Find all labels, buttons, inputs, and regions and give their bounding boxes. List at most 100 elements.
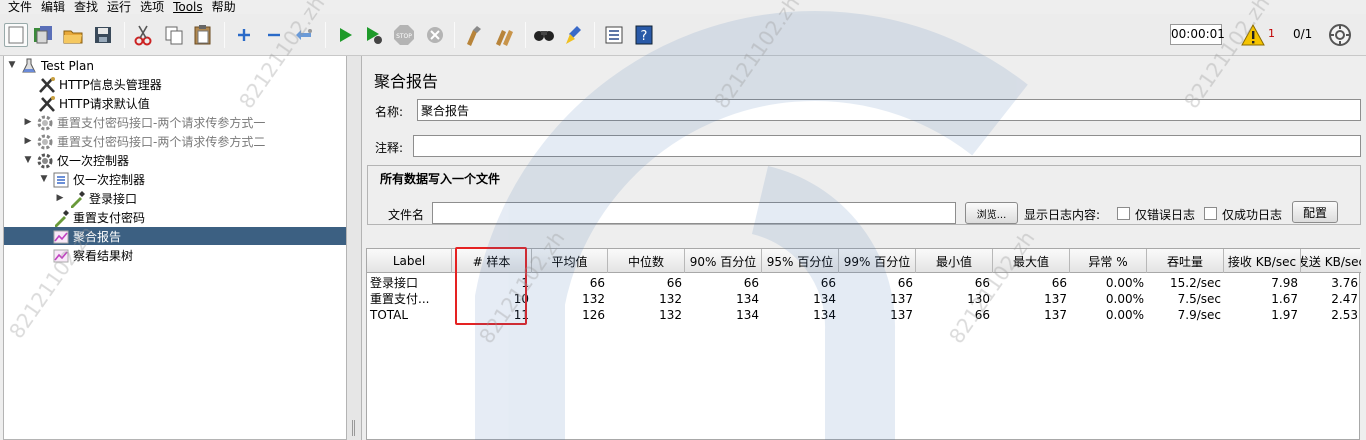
table-cell: 66 — [589, 276, 605, 290]
expand-icon[interactable] — [232, 23, 256, 47]
tree-node-label: 登录接口 — [89, 192, 138, 206]
col-header-sent[interactable]: 发送 KB/sec — [1301, 249, 1361, 273]
col-header-median[interactable]: 中位数 — [608, 249, 685, 273]
menu-run[interactable]: 运行 — [107, 0, 131, 14]
expand-toggle[interactable]: ▶ — [23, 117, 33, 127]
table-cell: 重置支付... — [370, 292, 430, 306]
copy-icon[interactable] — [162, 23, 186, 47]
toggle-icon[interactable] — [292, 23, 316, 47]
filename-label: 文件名 — [388, 208, 425, 222]
controller-icon — [52, 171, 70, 189]
table-cell: 10 — [513, 292, 529, 306]
open-icon[interactable] — [61, 23, 85, 47]
elapsed-timer: 00:00:01 — [1170, 24, 1225, 45]
col-header-received[interactable]: 接收 KB/sec — [1224, 249, 1301, 273]
table-cell: 7.98 — [1271, 276, 1298, 290]
remote-status-icon[interactable] — [1328, 23, 1352, 47]
toolbar: STOP ? — [0, 14, 1366, 56]
col-header-max[interactable]: 最大值 — [993, 249, 1070, 273]
tree-node-aggregate-report[interactable]: 聚合报告 — [52, 227, 121, 246]
table-cell: 3.76 — [1331, 276, 1358, 290]
table-cell: 15.2/sec — [1170, 276, 1221, 290]
table-cell: 66 — [897, 276, 913, 290]
tree-node-view-results-tree[interactable]: 察看结果树 — [52, 246, 133, 265]
collapse-icon[interactable] — [262, 23, 286, 47]
paste-icon[interactable] — [191, 23, 215, 47]
menu-bar: 文件 编辑 查找 运行 选项 Tools 帮助 — [0, 0, 1366, 14]
start-icon[interactable] — [333, 23, 357, 47]
tree-node-once-only-controller[interactable]: 仅一次控制器 — [52, 170, 145, 189]
menu-search[interactable]: 查找 — [74, 0, 98, 14]
start-no-pause-icon[interactable] — [362, 23, 386, 47]
col-header-average[interactable]: 平均值 — [532, 249, 608, 273]
success-only-checkbox[interactable] — [1204, 207, 1217, 220]
table-cell: 66 — [666, 276, 682, 290]
clear-icon[interactable] — [462, 23, 486, 47]
reset-search-icon[interactable] — [562, 23, 586, 47]
name-input[interactable] — [417, 99, 1361, 121]
col-header-99pct[interactable]: 99% 百分位 — [839, 249, 916, 273]
save-icon[interactable] — [91, 23, 115, 47]
table-cell: 0.00% — [1105, 308, 1144, 322]
function-helper-icon[interactable] — [602, 23, 626, 47]
table-cell: 130 — [967, 292, 990, 306]
help-icon[interactable]: ? — [632, 23, 656, 47]
col-header-min[interactable]: 最小值 — [916, 249, 993, 273]
collapse-toggle[interactable]: ▼ — [7, 60, 17, 70]
test-plan-icon — [20, 57, 38, 75]
table-row[interactable]: TOTAL 11 126 132 134 134 137 66 137 0.00% 7.9/sec 1… — [367, 307, 1361, 323]
collapse-toggle[interactable]: ▼ — [23, 155, 33, 165]
clear-all-icon[interactable] — [493, 23, 517, 47]
stop-icon[interactable]: STOP — [392, 23, 416, 47]
col-header-error[interactable]: 异常 % — [1070, 249, 1147, 273]
tree-node-test-plan[interactable]: Test Plan — [20, 56, 94, 75]
table-cell: 7.9/sec — [1177, 308, 1221, 322]
browse-button[interactable]: 浏览... — [965, 202, 1018, 224]
tree-node-thread-group-2[interactable]: 重置支付密码接口-两个请求传参方式二 — [36, 132, 265, 151]
templates-icon[interactable] — [31, 23, 55, 47]
shutdown-icon[interactable] — [423, 23, 447, 47]
menu-file[interactable]: 文件 — [8, 0, 32, 14]
menu-tools[interactable]: Tools — [173, 0, 203, 14]
col-header-95pct[interactable]: 95% 百分位 — [762, 249, 839, 273]
config-tools-icon — [38, 95, 56, 113]
filename-input[interactable] — [432, 202, 956, 224]
comment-input[interactable] — [413, 135, 1361, 157]
tree-node-reset-password-sampler[interactable]: 重置支付密码 — [52, 208, 145, 227]
new-icon[interactable] — [4, 23, 28, 47]
collapse-toggle[interactable]: ▼ — [39, 174, 49, 184]
menu-help[interactable]: 帮助 — [212, 0, 236, 14]
table-cell: 66 — [974, 308, 990, 322]
errors-only-checkbox[interactable] — [1117, 207, 1130, 220]
col-header-throughput[interactable]: 吞吐量 — [1147, 249, 1224, 273]
tree-node-thread-group-3[interactable]: 仅一次控制器 — [36, 151, 129, 170]
table-header-row: Label # 样本 平均值 中位数 90% 百分位 95% 百分位 99% 百… — [367, 249, 1361, 273]
col-header-label[interactable]: Label — [367, 249, 452, 273]
active-threads: 0/1 — [1293, 27, 1313, 41]
expand-toggle[interactable]: ▶ — [55, 193, 65, 203]
configure-button[interactable]: 配置 — [1292, 201, 1338, 223]
menu-options[interactable]: 选项 — [140, 0, 164, 14]
table-cell: 137 — [890, 308, 913, 322]
table-row[interactable]: 登录接口 1 66 66 66 66 66 66 66 0.00% 15.2/sec 7.98 3.76 — [367, 275, 1361, 291]
tree-node-label: Test Plan — [41, 58, 94, 73]
col-header-samples[interactable]: # 样本 — [452, 249, 532, 273]
tree-node-http-header-manager[interactable]: HTTP信息头管理器 — [38, 75, 162, 94]
col-header-90pct[interactable]: 90% 百分位 — [685, 249, 762, 273]
table-row[interactable]: 重置支付... 10 132 132 134 134 137 130 137 0.00% 7.5/s… — [367, 291, 1361, 307]
tree-node-thread-group-1[interactable]: 重置支付密码接口-两个请求传参方式一 — [36, 113, 265, 132]
search-icon[interactable] — [532, 23, 556, 47]
table-cell: 137 — [1044, 292, 1067, 306]
expand-toggle[interactable]: ▶ — [23, 136, 33, 146]
menu-edit[interactable]: 编辑 — [41, 0, 65, 14]
table-cell: 134 — [813, 292, 836, 306]
warning-icon[interactable] — [1241, 23, 1265, 46]
tree-node-http-defaults[interactable]: HTTP请求默认值 — [38, 94, 150, 113]
sampler-pipette-icon — [68, 190, 86, 208]
table-cell: 1 — [521, 276, 529, 290]
svg-text:STOP: STOP — [396, 33, 412, 40]
tree-node-login-sampler[interactable]: 登录接口 — [68, 189, 137, 208]
tree-node-label: 重置支付密码接口-两个请求传参方式一 — [57, 116, 266, 130]
cut-icon[interactable] — [131, 23, 155, 47]
split-pane-divider[interactable] — [347, 56, 361, 440]
